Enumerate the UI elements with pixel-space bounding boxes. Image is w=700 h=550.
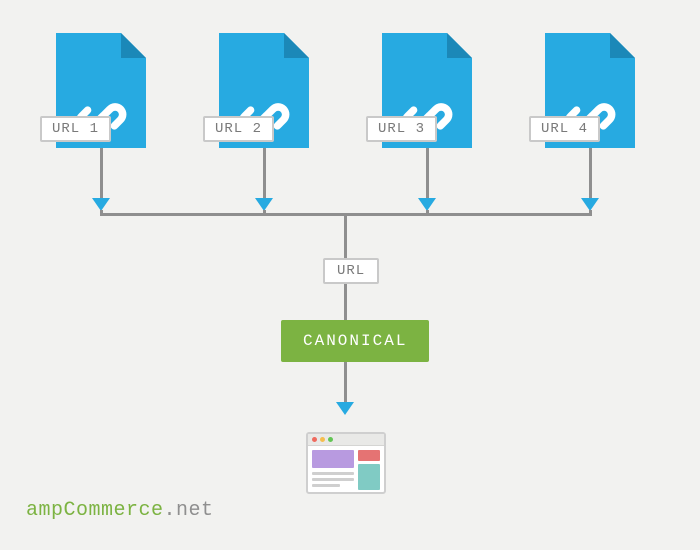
connector: [344, 284, 347, 322]
file-url-3: URL 3: [382, 33, 472, 148]
file-label: URL 2: [203, 116, 274, 142]
connector: [263, 148, 266, 198]
canonical-box: CANONICAL: [281, 320, 429, 362]
connector: [426, 210, 429, 215]
window-dot-green-icon: [328, 437, 333, 442]
file-url-4: URL 4: [545, 33, 635, 148]
url-pill: URL: [323, 258, 379, 284]
window-dot-red-icon: [312, 437, 317, 442]
connector: [100, 210, 103, 215]
connector: [263, 210, 266, 215]
watermark-brand: ampCommerce: [26, 499, 164, 522]
file-label: URL 3: [366, 116, 437, 142]
browser-body: [308, 446, 384, 492]
window-dot-yellow-icon: [320, 437, 325, 442]
watermark-tld: .net: [164, 499, 214, 522]
browser-titlebar: [308, 434, 384, 446]
file-url-2: URL 2: [219, 33, 309, 148]
file-label: URL 1: [40, 116, 111, 142]
watermark: ampCommerce.net: [26, 499, 214, 522]
connector: [344, 362, 347, 402]
file-label: URL 4: [529, 116, 600, 142]
connector: [344, 213, 347, 261]
connector: [100, 148, 103, 198]
connector: [426, 148, 429, 198]
arrow-down-icon: [336, 402, 354, 415]
file-url-1: URL 1: [56, 33, 146, 148]
connector: [589, 210, 592, 215]
connector: [589, 148, 592, 198]
browser-window-icon: [306, 432, 386, 494]
